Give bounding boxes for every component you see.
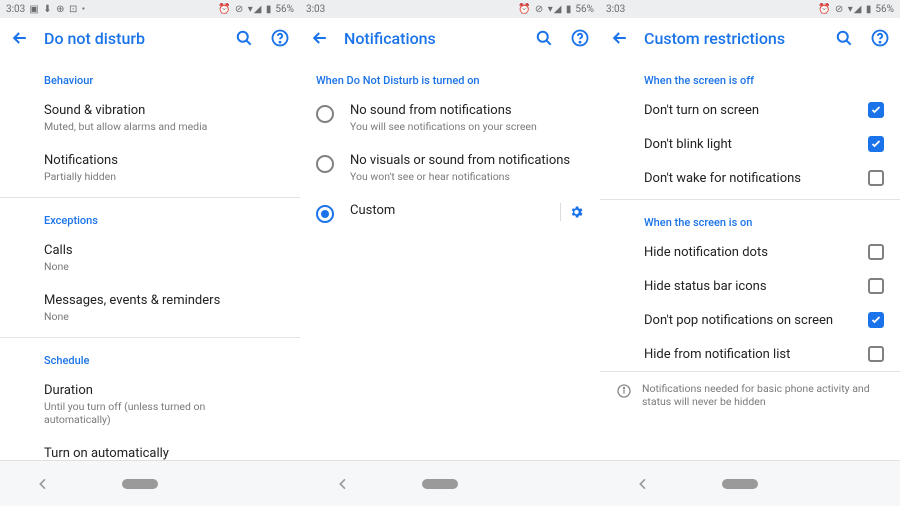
statusbar: 3:03 ⏰ ⊘ ▾◢ ▮ 56%: [300, 0, 600, 18]
section-header-schedule: Schedule: [0, 342, 300, 373]
checkbox-icon: [868, 170, 884, 186]
back-arrow-icon[interactable]: [10, 28, 30, 48]
check-hide-statusbar-icons[interactable]: Hide status bar icons: [600, 269, 900, 303]
check-dont-turn-on-screen[interactable]: Don't turn on screen: [600, 93, 900, 127]
section-header-exceptions: Exceptions: [0, 202, 300, 233]
radio-option-custom[interactable]: Custom: [300, 193, 600, 233]
check-hide-from-list[interactable]: Hide from notification list: [600, 337, 900, 371]
section-header-screen-off: When the screen is off: [600, 62, 900, 93]
status-battery: 56%: [875, 4, 894, 15]
help-icon[interactable]: [570, 28, 590, 48]
nav-back-icon[interactable]: [635, 476, 651, 492]
checkbox-icon: [868, 136, 884, 152]
gear-icon[interactable]: [560, 203, 584, 221]
status-right-icons: ⏰ ⊘ ▾◢ ▮: [518, 4, 572, 15]
footer-text: Notifications needed for basic phone act…: [642, 382, 884, 408]
checkbox-icon: [868, 278, 884, 294]
checkbox-icon: [868, 346, 884, 362]
status-left-icons: ▣ ⬇ ⊕ ⊡ •: [29, 4, 86, 15]
search-icon[interactable]: [534, 28, 554, 48]
check-dont-blink-light[interactable]: Don't blink light: [600, 127, 900, 161]
checkbox-icon: [868, 244, 884, 260]
back-arrow-icon[interactable]: [310, 28, 330, 48]
footer-note: Notifications needed for basic phone act…: [600, 371, 900, 418]
checkbox-icon: [868, 312, 884, 328]
system-navbar: [600, 461, 900, 506]
status-time: 3:03: [306, 4, 325, 15]
check-hide-dots[interactable]: Hide notification dots: [600, 235, 900, 269]
system-navbar-wrap: [0, 460, 900, 506]
radio-icon: [316, 205, 334, 223]
panel-notifications: 3:03 ⏰ ⊘ ▾◢ ▮ 56% Notifications When Do …: [300, 0, 600, 460]
radio-icon: [316, 155, 334, 173]
back-arrow-icon[interactable]: [610, 28, 630, 48]
search-icon[interactable]: [834, 28, 854, 48]
section-header-dnd-on: When Do Not Disturb is turned on: [300, 62, 600, 93]
system-navbar: [0, 461, 300, 506]
page-title: Notifications: [344, 29, 520, 48]
search-icon[interactable]: [234, 28, 254, 48]
statusbar: 3:03 ⏰ ⊘ ▾◢ ▮ 56%: [600, 0, 900, 18]
divider: [600, 199, 900, 200]
status-right-icons: ⏰ ⊘ ▾◢ ▮: [218, 4, 272, 15]
row-duration[interactable]: Duration Until you turn off (unless turn…: [0, 373, 300, 436]
status-battery: 56%: [575, 4, 594, 15]
row-notifications[interactable]: Notifications Partially hidden: [0, 143, 300, 193]
check-dont-pop[interactable]: Don't pop notifications on screen: [600, 303, 900, 337]
checkbox-icon: [868, 102, 884, 118]
nav-home-pill[interactable]: [422, 479, 458, 489]
appbar: Do not disturb: [0, 18, 300, 58]
row-calls[interactable]: Calls None: [0, 233, 300, 283]
system-navbar: [300, 461, 600, 506]
nav-back-icon[interactable]: [35, 476, 51, 492]
status-battery: 56%: [275, 4, 294, 15]
status-time: 3:03: [6, 4, 25, 15]
panel-do-not-disturb: 3:03 ▣ ⬇ ⊕ ⊡ • ⏰ ⊘ ▾◢ ▮ 56% Do not distu…: [0, 0, 300, 460]
divider: [0, 197, 300, 198]
page-title: Custom restrictions: [644, 29, 820, 48]
nav-home-pill[interactable]: [722, 479, 758, 489]
status-right-icons: ⏰ ⊘ ▾◢ ▮: [818, 4, 872, 15]
info-icon: [616, 383, 632, 399]
row-sound-vibration[interactable]: Sound & vibration Muted, but allow alarm…: [0, 93, 300, 143]
row-messages-events[interactable]: Messages, events & reminders None: [0, 283, 300, 333]
appbar: Notifications: [300, 18, 600, 58]
radio-option-no-sound[interactable]: No sound from notifications You will see…: [300, 93, 600, 143]
help-icon[interactable]: [270, 28, 290, 48]
panel-custom-restrictions: 3:03 ⏰ ⊘ ▾◢ ▮ 56% Custom restrictions Wh…: [600, 0, 900, 460]
section-header-screen-on: When the screen is on: [600, 204, 900, 235]
status-time: 3:03: [606, 4, 625, 15]
radio-option-no-visuals[interactable]: No visuals or sound from notifications Y…: [300, 143, 600, 193]
appbar: Custom restrictions: [600, 18, 900, 58]
section-header-behaviour: Behaviour: [0, 62, 300, 93]
radio-icon: [316, 105, 334, 123]
page-title: Do not disturb: [44, 29, 220, 48]
nav-home-pill[interactable]: [122, 479, 158, 489]
nav-back-icon[interactable]: [335, 476, 351, 492]
help-icon[interactable]: [870, 28, 890, 48]
divider: [0, 337, 300, 338]
check-dont-wake[interactable]: Don't wake for notifications: [600, 161, 900, 195]
row-turn-on-auto[interactable]: Turn on automatically Never: [0, 436, 300, 460]
statusbar: 3:03 ▣ ⬇ ⊕ ⊡ • ⏰ ⊘ ▾◢ ▮ 56%: [0, 0, 300, 18]
